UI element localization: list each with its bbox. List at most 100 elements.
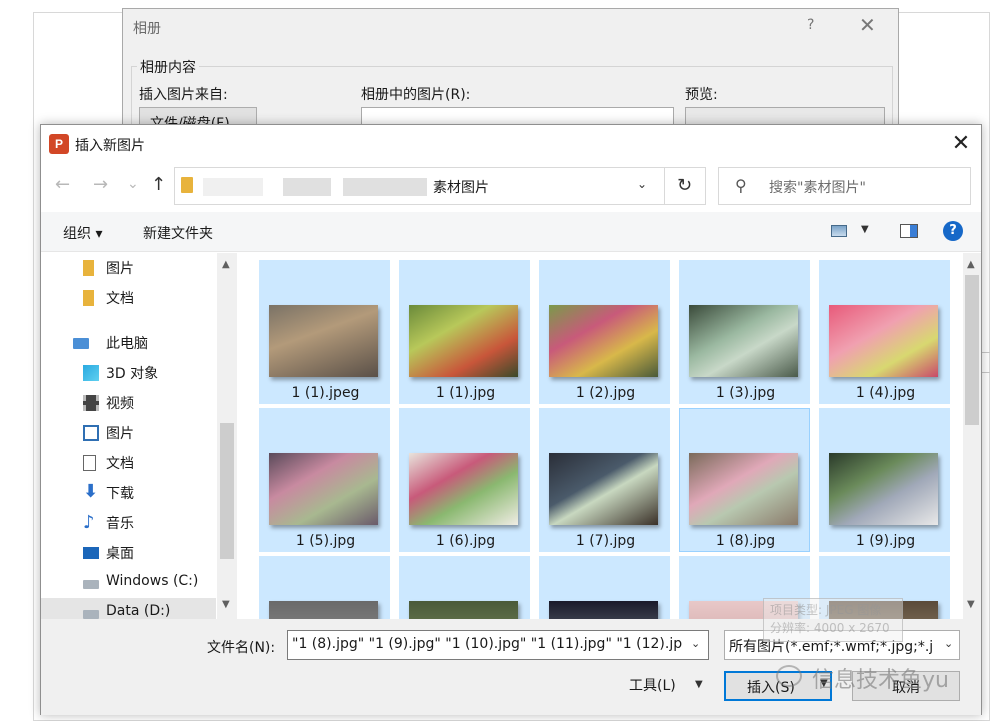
powerpoint-icon: P	[49, 134, 69, 154]
sidebar-item[interactable]: Windows (C:)	[41, 568, 216, 598]
file-item[interactable]: 1 (8).jpg	[679, 408, 810, 552]
sidebar-item-label: 视频	[106, 396, 134, 412]
file-name: 1 (4).jpg	[855, 385, 916, 401]
file-item[interactable]: 1 (6).jpg	[399, 408, 530, 552]
file-item[interactable]	[539, 556, 670, 619]
recent-locations-icon[interactable]: ⌄	[127, 176, 139, 192]
navigation-bar: ← → ⌄ ↑ 素材图片 ⌄ ↻ ⚲ 搜索"素材图片"	[41, 163, 981, 209]
tools-menu[interactable]: 工具(L)	[629, 675, 676, 695]
folder-icon	[83, 290, 94, 306]
chevron-down-icon[interactable]: ⌄	[637, 177, 647, 191]
sidebar-item-label: 图片	[106, 261, 134, 277]
scrollbar-thumb[interactable]	[220, 423, 234, 559]
file-scrollbar[interactable]: ▲ ▼	[963, 253, 981, 619]
file-name: 1 (7).jpg	[575, 533, 636, 549]
new-folder-button[interactable]: 新建文件夹	[143, 223, 213, 243]
sidebar-item[interactable]: ⬇ 下载	[41, 478, 216, 508]
refresh-icon[interactable]: ↻	[677, 175, 692, 196]
navigation-pane: 图片 文档 此电脑 3D 对象 视频 图片 文档 ⬇ 下载 ♪ 音乐 桌面 Windows (C:) Da…	[41, 253, 237, 619]
image-thumbnail	[549, 305, 658, 377]
pictures-in-album-label: 相册中的图片(R):	[361, 87, 471, 103]
file-item[interactable]: 1 (5).jpg	[259, 408, 390, 552]
scroll-down-icon[interactable]: ▼	[967, 599, 975, 610]
sidebar-item[interactable]: 图片	[41, 418, 216, 448]
sidebar-item[interactable]: 3D 对象	[41, 358, 216, 388]
sidebar-item[interactable]: 文档	[41, 283, 216, 313]
address-bar[interactable]: 素材图片 ⌄ ↻	[174, 167, 706, 205]
up-arrow-icon[interactable]: ↑	[151, 174, 166, 195]
view-dropdown-icon[interactable]: ▼	[861, 224, 869, 235]
tooltip-line: 项目类型: JPEG 图像	[770, 603, 882, 617]
sidebar-item[interactable]: 文档	[41, 448, 216, 478]
file-grid: 1 (1).jpeg 1 (1).jpg 1 (2).jpg 1 (3).jpg 1 (…	[254, 253, 964, 619]
file-item[interactable]: 1 (9).jpg	[819, 408, 950, 552]
chevron-down-icon[interactable]: ⌄	[691, 637, 700, 650]
sidebar-item-label: 桌面	[106, 546, 134, 562]
sidebar-item[interactable]: 视频	[41, 388, 216, 418]
address-separator	[664, 168, 665, 204]
chevron-down-icon[interactable]: ⌄	[944, 637, 953, 650]
file-name: 1 (2).jpg	[575, 385, 636, 401]
blurred-path-segment	[283, 178, 331, 196]
image-thumbnail	[549, 601, 658, 619]
filename-input[interactable]: "1 (8).jpg" "1 (9).jpg" "1 (10).jpg" "1 …	[287, 630, 709, 660]
preview-pane-icon[interactable]	[900, 224, 918, 238]
file-item[interactable]	[399, 556, 530, 619]
file-item[interactable]: 1 (4).jpg	[819, 260, 950, 404]
album-close-icon[interactable]: ✕	[859, 13, 876, 37]
blurred-path-segment	[203, 178, 263, 196]
sidebar-item[interactable]: 图片	[41, 253, 216, 283]
sidebar-item[interactable]: 此电脑	[41, 328, 216, 358]
help-icon[interactable]: ?	[943, 221, 963, 241]
album-help-button[interactable]: ?	[807, 17, 814, 33]
drive-icon	[83, 610, 99, 619]
command-bar: 组织 ▾ 新建文件夹 ▼ ?	[41, 212, 981, 252]
navigation-scrollbar[interactable]: ▲ ▼	[217, 253, 237, 619]
wechat-logo-icon	[776, 665, 802, 687]
file-item[interactable]: 1 (3).jpg	[679, 260, 810, 404]
file-item[interactable]: 1 (1).jpeg	[259, 260, 390, 404]
sidebar-item[interactable]: ♪ 音乐	[41, 508, 216, 538]
scroll-up-icon[interactable]: ▲	[222, 259, 230, 270]
scrollbar-thumb[interactable]	[965, 275, 979, 425]
film-icon	[83, 395, 99, 411]
tooltip-line: 分辨率: 4000 x 2670	[770, 621, 890, 635]
tooltip-watermark: 项目类型: JPEG 图像 分辨率: 4000 x 2670	[763, 598, 903, 642]
file-item[interactable]: 1 (2).jpg	[539, 260, 670, 404]
forward-arrow-icon[interactable]: →	[93, 174, 108, 195]
file-item[interactable]	[259, 556, 390, 619]
sidebar-item[interactable]: Data (D:)	[41, 598, 216, 619]
sidebar-item-label: Windows (C:)	[106, 573, 199, 589]
file-item[interactable]: 1 (1).jpg	[399, 260, 530, 404]
music-note-icon: ♪	[83, 512, 95, 533]
title-bar: P 插入新图片 ✕	[41, 125, 981, 163]
insert-from-label: 插入图片来自:	[139, 87, 228, 103]
folder-icon	[83, 260, 94, 276]
file-name: 1 (8).jpg	[715, 533, 776, 549]
tools-dropdown-icon[interactable]: ▼	[695, 679, 703, 690]
file-item[interactable]: 1 (7).jpg	[539, 408, 670, 552]
file-name: 1 (3).jpg	[715, 385, 776, 401]
album-content-label: 相册内容	[137, 57, 199, 77]
dialog-title: 插入新图片	[75, 138, 145, 154]
drive-icon	[83, 580, 99, 589]
image-thumbnail	[549, 453, 658, 525]
watermark-text: 信息技术鱼yu	[812, 668, 949, 693]
view-options-icon[interactable]	[831, 225, 847, 237]
sidebar-item-label: 3D 对象	[106, 366, 159, 382]
blurred-path-segment	[343, 178, 427, 196]
close-icon[interactable]: ✕	[941, 128, 981, 160]
scroll-down-icon[interactable]: ▼	[222, 599, 230, 610]
document-icon	[83, 455, 96, 471]
image-thumbnail	[829, 453, 938, 525]
back-arrow-icon[interactable]: ←	[55, 174, 70, 195]
sidebar-item-label: Data (D:)	[106, 603, 171, 619]
search-box[interactable]: ⚲ 搜索"素材图片"	[718, 167, 971, 205]
preview-label: 预览:	[685, 87, 718, 103]
sidebar-item-label: 图片	[106, 426, 134, 442]
desktop-icon	[83, 547, 99, 559]
scroll-up-icon[interactable]: ▲	[967, 259, 975, 270]
album-dialog-title: 相册	[133, 21, 161, 37]
sidebar-item[interactable]: 桌面	[41, 538, 216, 568]
organize-menu[interactable]: 组织 ▾	[63, 223, 102, 243]
